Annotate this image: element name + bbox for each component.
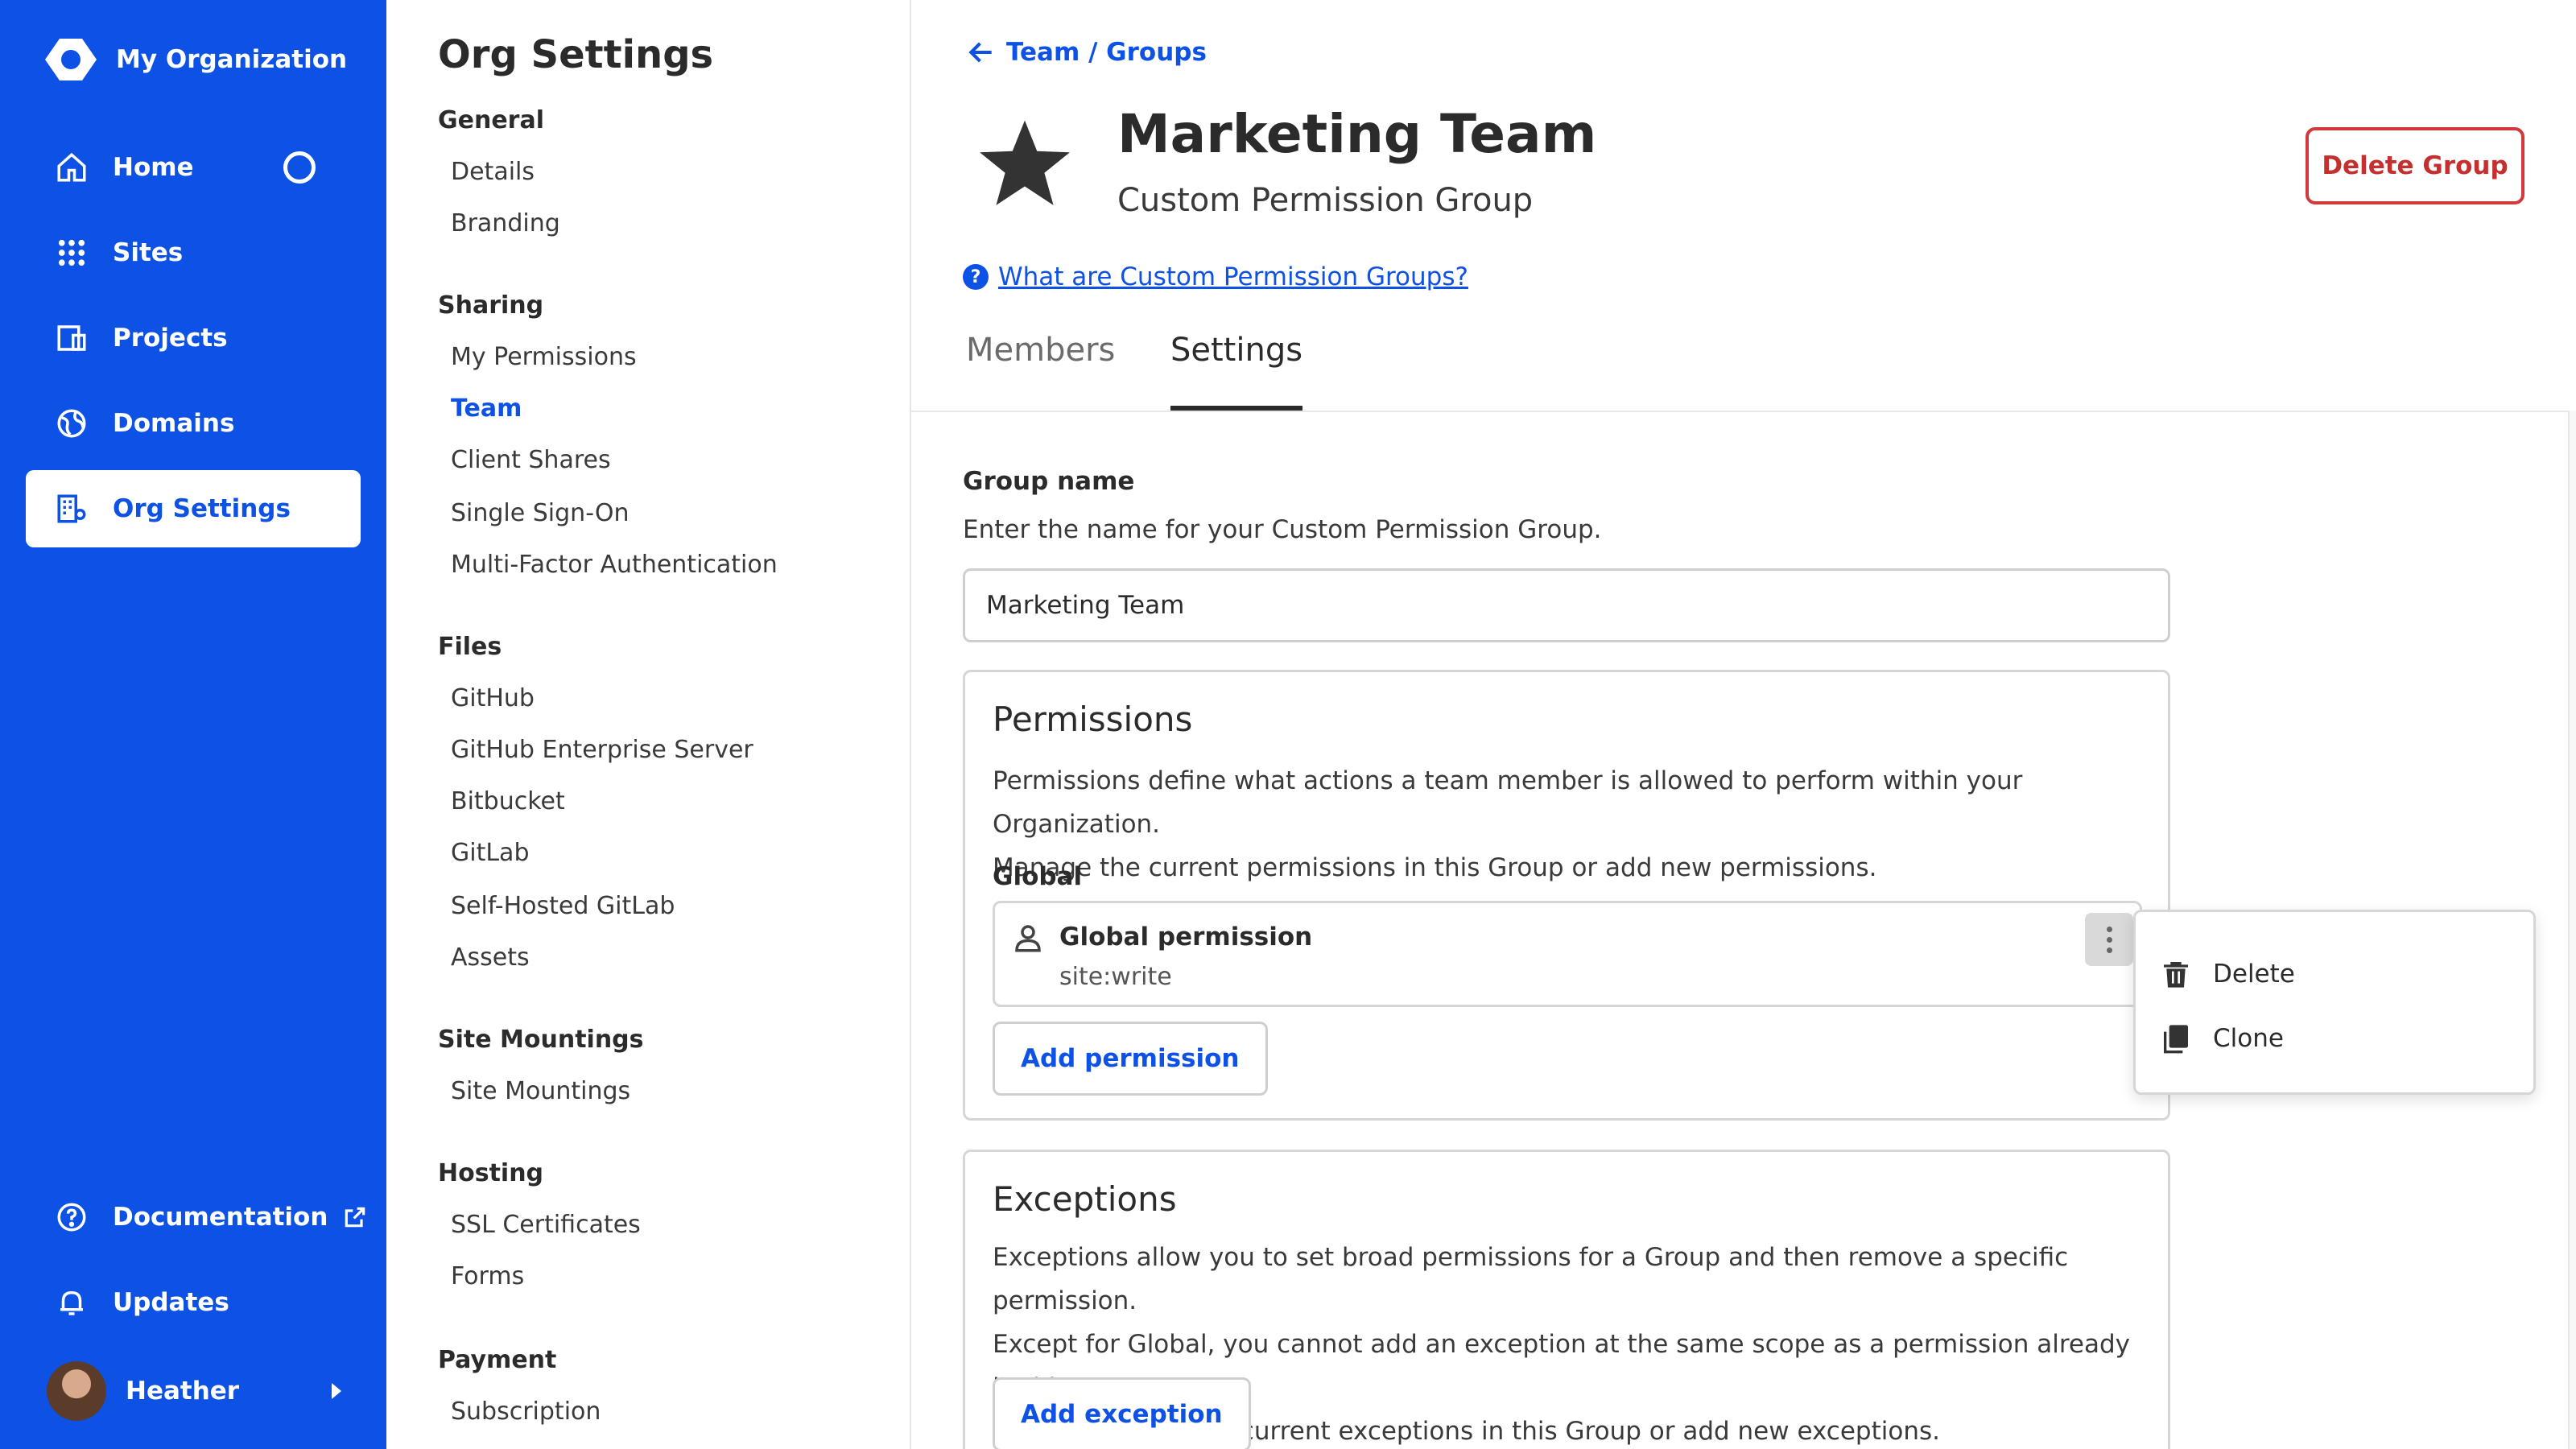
breadcrumb-text: Team / Groups xyxy=(1006,38,1207,67)
scope-label-global: Global xyxy=(993,862,1083,891)
trash-icon xyxy=(2164,962,2188,988)
subnav-link-single-sign-on[interactable]: Single Sign-On xyxy=(451,499,629,527)
add-exception-button[interactable]: Add exception xyxy=(993,1377,1251,1449)
projects-icon xyxy=(57,325,86,351)
section-heading-general: General xyxy=(438,106,544,134)
status-ring-icon xyxy=(283,151,316,184)
menu-item-label: Clone xyxy=(2213,1024,2284,1053)
group-name-input[interactable] xyxy=(963,568,2170,642)
tab-members[interactable]: Members xyxy=(966,332,1115,411)
chevron-right-icon xyxy=(332,1383,341,1399)
permission-context-menu: Delete Clone xyxy=(2133,910,2536,1095)
org-switcher[interactable]: My Organization xyxy=(42,35,347,84)
page-subtitle: Custom Permission Group xyxy=(1117,182,1534,219)
permission-row: Global permission site:write xyxy=(993,901,2142,1007)
nav-item-label: Documentation xyxy=(113,1203,328,1232)
breadcrumb[interactable]: Team / Groups xyxy=(966,37,1207,68)
arrow-left-icon xyxy=(968,42,992,63)
nav-item-label: Updates xyxy=(113,1288,229,1317)
external-link-icon xyxy=(345,1207,365,1228)
grid-icon xyxy=(58,239,85,266)
secondary-nav: Org Settings General Details Branding Sh… xyxy=(386,0,911,1449)
subnav-link-client-shares[interactable]: Client Shares xyxy=(451,446,611,474)
exceptions-desc-line: Exceptions allow you to set broad permis… xyxy=(993,1243,2069,1315)
org-name: My Organization xyxy=(116,45,348,74)
org-settings-icon xyxy=(57,494,86,523)
subnav-link-site-mountings[interactable]: Site Mountings xyxy=(451,1077,630,1105)
nav-item-label: Home xyxy=(113,153,194,182)
help-circle-icon xyxy=(57,1203,86,1232)
subnav-link-github-enterprise[interactable]: GitHub Enterprise Server xyxy=(451,736,753,764)
subnav-link-my-permissions[interactable]: My Permissions xyxy=(451,343,637,371)
page-title: Marketing Team xyxy=(1117,103,1597,165)
nav-item-updates[interactable]: Updates xyxy=(26,1264,361,1341)
tab-settings[interactable]: Settings xyxy=(1170,332,1303,411)
nav-item-home[interactable]: Home xyxy=(26,129,361,206)
avatar xyxy=(47,1361,106,1421)
main-content: Team / Groups Marketing Team Custom Perm… xyxy=(911,0,2576,1449)
add-permission-button[interactable]: Add permission xyxy=(993,1022,1268,1096)
permissions-desc-line: Permissions define what actions a team m… xyxy=(993,766,2023,839)
permission-scope: site:write xyxy=(1059,963,1172,991)
section-heading-sharing: Sharing xyxy=(438,291,544,320)
secondary-nav-title: Org Settings xyxy=(438,32,714,77)
home-icon xyxy=(57,152,86,182)
menu-item-delete[interactable]: Delete xyxy=(2160,946,2514,1002)
subnav-link-mfa[interactable]: Multi-Factor Authentication xyxy=(451,551,778,579)
primary-nav: My Organization Home Sites Projects Doma… xyxy=(0,0,386,1449)
section-heading-site-mountings: Site Mountings xyxy=(438,1026,644,1054)
menu-item-label: Delete xyxy=(2213,960,2295,989)
group-name-help: Enter the name for your Custom Permissio… xyxy=(963,515,1602,544)
subnav-link-details[interactable]: Details xyxy=(451,158,535,186)
org-logo-icon xyxy=(45,39,97,80)
subnav-link-assets[interactable]: Assets xyxy=(451,943,530,972)
exceptions-title: Exceptions xyxy=(993,1179,1177,1219)
subnav-link-bitbucket[interactable]: Bitbucket xyxy=(451,787,565,815)
permission-name: Global permission xyxy=(1059,923,1313,952)
subnav-link-self-hosted-gitlab[interactable]: Self-Hosted GitLab xyxy=(451,892,675,920)
subnav-link-subscription[interactable]: Subscription xyxy=(451,1397,601,1426)
user-name: Heather xyxy=(126,1377,240,1406)
nav-item-projects[interactable]: Projects xyxy=(26,299,361,377)
group-name-label: Group name xyxy=(963,467,1135,496)
nav-item-org-settings[interactable]: Org Settings xyxy=(26,470,361,547)
exceptions-card: Exceptions Exceptions allow you to set b… xyxy=(963,1150,2170,1449)
star-icon xyxy=(980,120,1070,205)
subnav-link-team[interactable]: Team xyxy=(451,394,522,423)
section-heading-files: Files xyxy=(438,633,502,661)
subnav-link-branding[interactable]: Branding xyxy=(451,209,560,237)
nav-item-label: Sites xyxy=(113,238,184,267)
kebab-dot-icon xyxy=(2106,926,2112,932)
globe-icon xyxy=(57,409,86,438)
nav-item-documentation[interactable]: Documentation xyxy=(26,1179,365,1256)
copy-icon xyxy=(2164,1025,2188,1054)
more-options-button[interactable] xyxy=(2085,913,2133,966)
help-link-text: What are Custom Permission Groups? xyxy=(998,262,1468,291)
permissions-description: Permissions define what actions a team m… xyxy=(993,759,2152,890)
subnav-link-gitlab[interactable]: GitLab xyxy=(451,839,530,867)
user-menu[interactable]: Heather xyxy=(47,1360,353,1422)
subnav-link-github[interactable]: GitHub xyxy=(451,684,535,712)
person-icon xyxy=(1015,925,1041,952)
menu-item-clone[interactable]: Clone xyxy=(2160,1010,2514,1067)
section-heading-hosting: Hosting xyxy=(438,1159,544,1187)
nav-item-domains[interactable]: Domains xyxy=(26,385,361,462)
help-link[interactable]: ? What are Custom Permission Groups? xyxy=(963,262,1468,291)
page-header: Team / Groups Marketing Team Custom Perm… xyxy=(911,0,2576,411)
nav-item-label: Org Settings xyxy=(113,494,291,523)
subnav-link-ssl-certificates[interactable]: SSL Certificates xyxy=(451,1211,641,1239)
section-heading-payment: Payment xyxy=(438,1346,557,1374)
bell-icon xyxy=(60,1290,83,1315)
permissions-card: Permissions Permissions define what acti… xyxy=(963,670,2170,1121)
kebab-dot-icon xyxy=(2106,947,2112,953)
nav-item-label: Projects xyxy=(113,324,228,353)
subnav-link-forms[interactable]: Forms xyxy=(451,1262,524,1290)
permissions-title: Permissions xyxy=(993,700,1193,739)
question-icon: ? xyxy=(963,264,989,290)
nav-item-label: Domains xyxy=(113,409,235,438)
kebab-dot-icon xyxy=(2106,936,2112,943)
permissions-desc-line: Manage the current permissions in this G… xyxy=(993,853,1877,882)
nav-item-sites[interactable]: Sites xyxy=(26,214,361,291)
delete-group-button[interactable]: Delete Group xyxy=(2306,127,2524,204)
